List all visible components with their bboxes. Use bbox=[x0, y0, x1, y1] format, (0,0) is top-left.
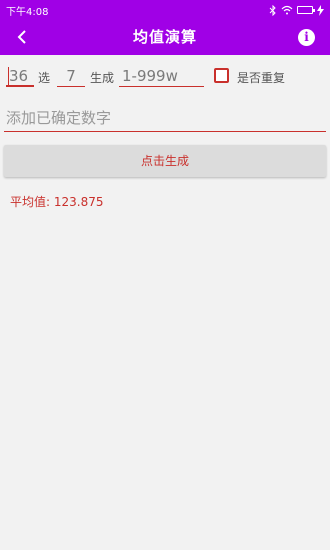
average-result: 平均值: 123.875 bbox=[10, 195, 104, 209]
wifi-icon bbox=[281, 5, 293, 15]
bluetooth-icon bbox=[269, 4, 276, 16]
fixed-numbers-input[interactable]: 添加已确定数字 bbox=[4, 104, 326, 132]
total-count-input[interactable]: 36 bbox=[6, 65, 34, 87]
status-time: 下午4:08 bbox=[6, 6, 49, 18]
generate-label: 生成 bbox=[90, 71, 115, 85]
status-icons: x bbox=[269, 4, 324, 16]
repeat-checkbox[interactable] bbox=[214, 68, 229, 83]
status-bar: 下午4:08 x bbox=[0, 0, 330, 20]
info-icon[interactable]: i bbox=[298, 29, 315, 46]
select-label: 选 bbox=[38, 71, 51, 85]
parameter-row: 36 选 7 生成 1-999w 是否重复 bbox=[0, 60, 330, 94]
fixed-numbers-placeholder: 添加已确定数字 bbox=[6, 109, 112, 127]
pick-count-value: 7 bbox=[66, 67, 76, 85]
app-bar: 均值演算 i bbox=[0, 20, 330, 55]
battery-icon: x bbox=[297, 6, 315, 14]
repeat-checkbox-label[interactable]: 是否重复 bbox=[237, 69, 285, 86]
page-title: 均值演算 bbox=[132, 28, 197, 46]
total-count-value: 36 bbox=[9, 67, 29, 85]
pick-count-input[interactable]: 7 bbox=[57, 65, 85, 87]
charging-icon bbox=[317, 4, 324, 16]
range-input[interactable]: 1-999w bbox=[119, 65, 204, 87]
range-placeholder: 1-999w bbox=[122, 67, 178, 85]
generate-button[interactable]: 点击生成 bbox=[4, 145, 326, 177]
text-cursor bbox=[8, 67, 9, 85]
